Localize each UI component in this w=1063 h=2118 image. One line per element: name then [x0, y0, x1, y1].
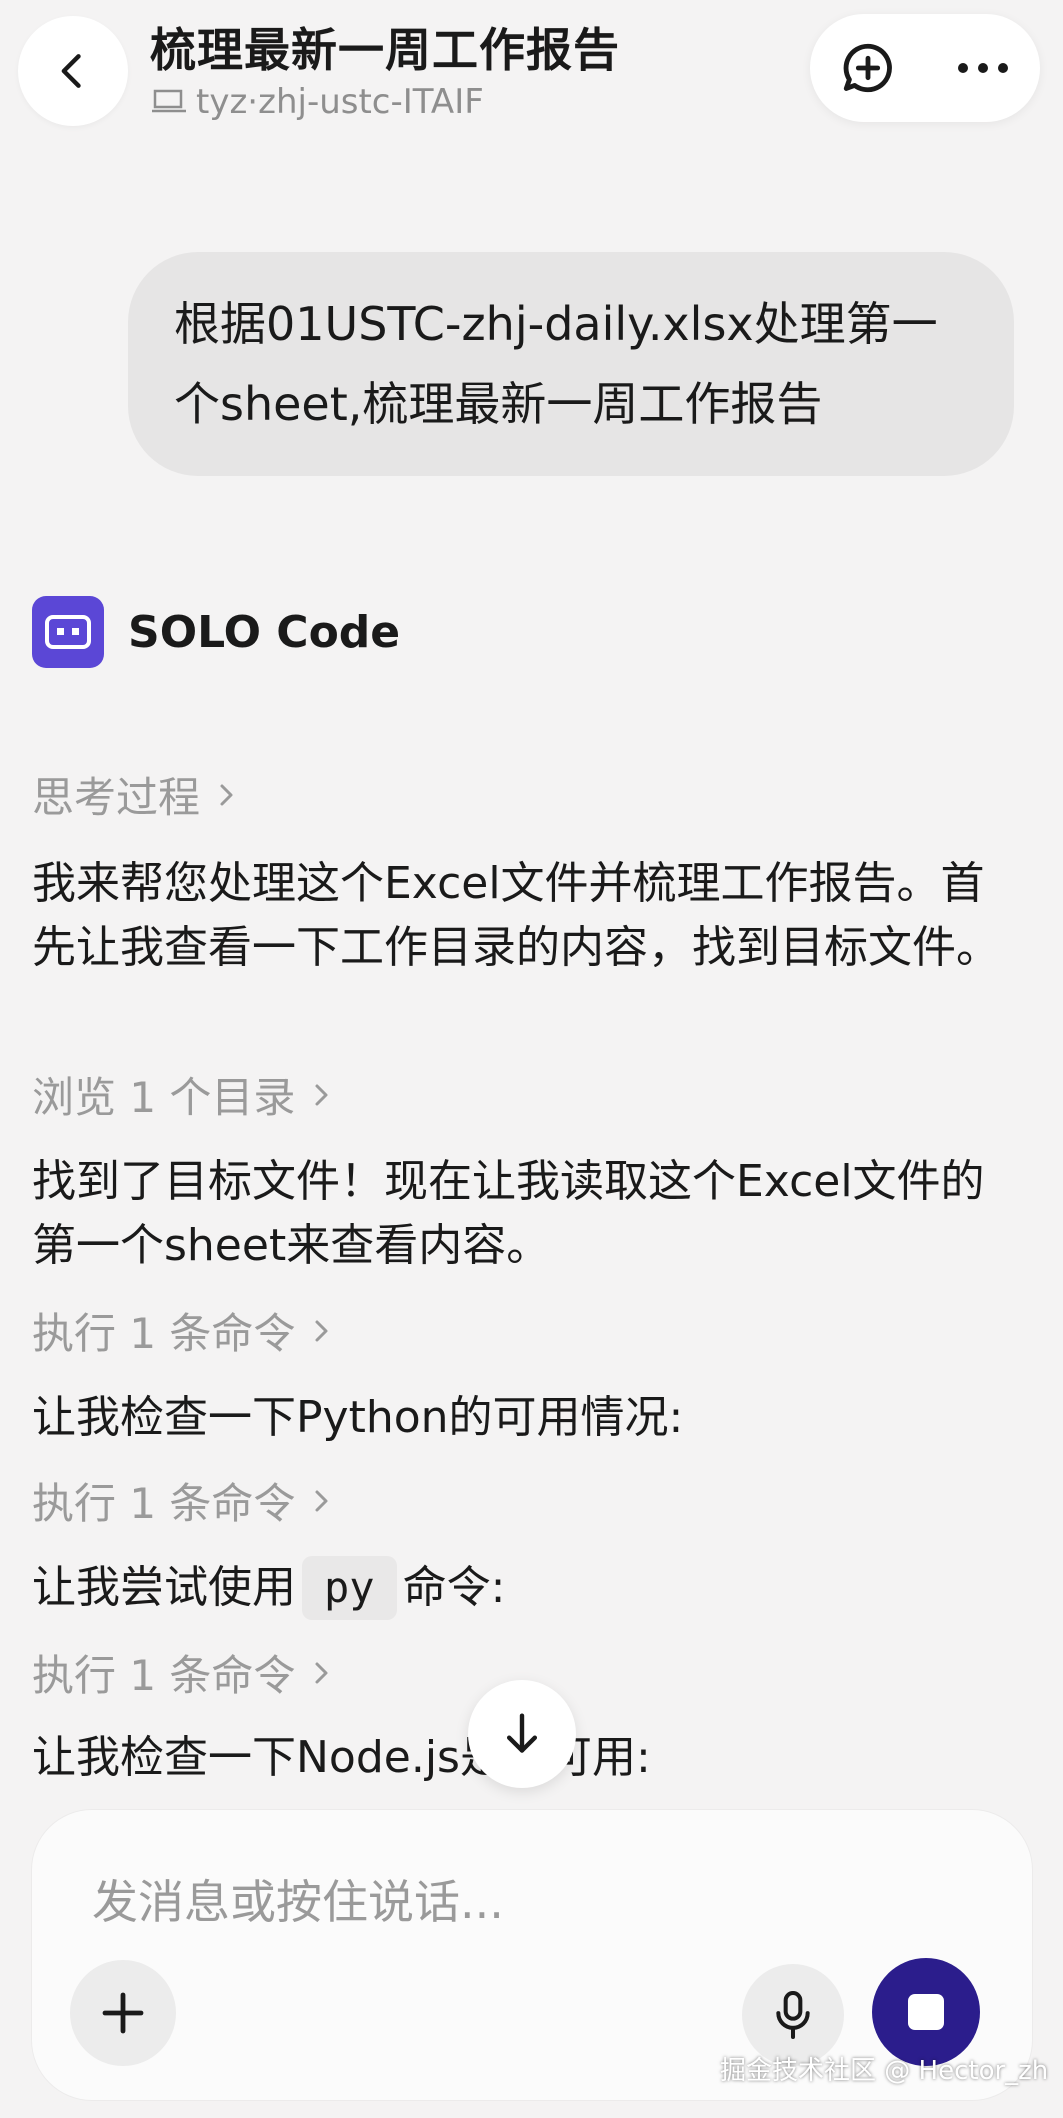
- watermark: 掘金技术社区 @ Hector_zh: [720, 2056, 1049, 2086]
- step-label: 浏览 1 个目录: [32, 1073, 296, 1122]
- page-title: 梳理最新一周工作报告: [150, 23, 620, 77]
- step-run-command[interactable]: 执行 1 条命令: [32, 1300, 331, 1361]
- chat-plus-icon: [843, 43, 892, 93]
- chevron-right-icon: [315, 1084, 328, 1105]
- step-label: 执行 1 条命令: [32, 1479, 296, 1528]
- inline-code: py: [302, 1556, 397, 1620]
- chevron-right-icon: [315, 1320, 328, 1341]
- thinking-label: 思考过程: [32, 773, 201, 822]
- chevron-right-icon: [315, 1662, 328, 1683]
- workspace-subtitle: tyz·zhj-ustc-ITAIF: [152, 82, 484, 122]
- back-button[interactable]: [18, 16, 128, 126]
- terminal-face-icon: [45, 615, 91, 649]
- agent-header: SOLO Code: [32, 596, 400, 668]
- add-attachment-button[interactable]: [70, 1960, 176, 2066]
- step-label: 执行 1 条命令: [32, 1309, 296, 1358]
- laptop-icon: [152, 89, 186, 113]
- header-actions: [810, 14, 1040, 122]
- assistant-message: 我来帮您处理这个Excel文件并梳理工作报告。首先让我查看一下工作目录的内容，找…: [32, 858, 1000, 973]
- chevron-right-icon: [220, 784, 233, 805]
- chevron-right-icon: [315, 1490, 328, 1511]
- agent-logo: [32, 596, 104, 668]
- chat-screen: 梳理最新一周工作报告 tyz·zhj-ustc-ITAIF 根据01USTC-z…: [0, 0, 1063, 2118]
- stop-icon: [908, 1994, 944, 2030]
- scroll-to-bottom-button[interactable]: [468, 1680, 576, 1788]
- more-dots-icon: [957, 63, 1008, 73]
- step-run-command[interactable]: 执行 1 条命令: [32, 1470, 331, 1531]
- workspace-name: tyz·zhj-ustc-ITAIF: [196, 82, 484, 122]
- new-chat-button[interactable]: [833, 33, 903, 103]
- assistant-message: 让我尝试使用 py 命令:: [32, 1556, 1012, 1620]
- arrow-down-icon: [506, 1713, 538, 1753]
- user-message-bubble: 根据01USTC-zhj-daily.xlsx处理第一个sheet,梳理最新一周…: [128, 252, 1014, 476]
- step-browse-directory[interactable]: 浏览 1 个目录: [32, 1064, 331, 1125]
- plus-icon: [102, 1992, 144, 2034]
- agent-name: SOLO Code: [128, 606, 401, 658]
- more-button[interactable]: [948, 33, 1018, 103]
- step-label: 执行 1 条命令: [32, 1651, 296, 1700]
- message-text: 让我尝试使用: [32, 1562, 296, 1613]
- message-text: 命令:: [402, 1562, 506, 1613]
- assistant-message: 让我检查一下Python的可用情况:: [32, 1392, 684, 1443]
- thinking-toggle[interactable]: 思考过程: [32, 764, 236, 825]
- chevron-left-icon: [61, 54, 81, 88]
- message-input[interactable]: [90, 1874, 954, 1930]
- step-run-command[interactable]: 执行 1 条命令: [32, 1642, 331, 1703]
- assistant-message: 找到了目标文件！现在让我读取这个Excel文件的第一个sheet来查看内容。: [32, 1156, 985, 1271]
- microphone-icon: [776, 1990, 810, 2040]
